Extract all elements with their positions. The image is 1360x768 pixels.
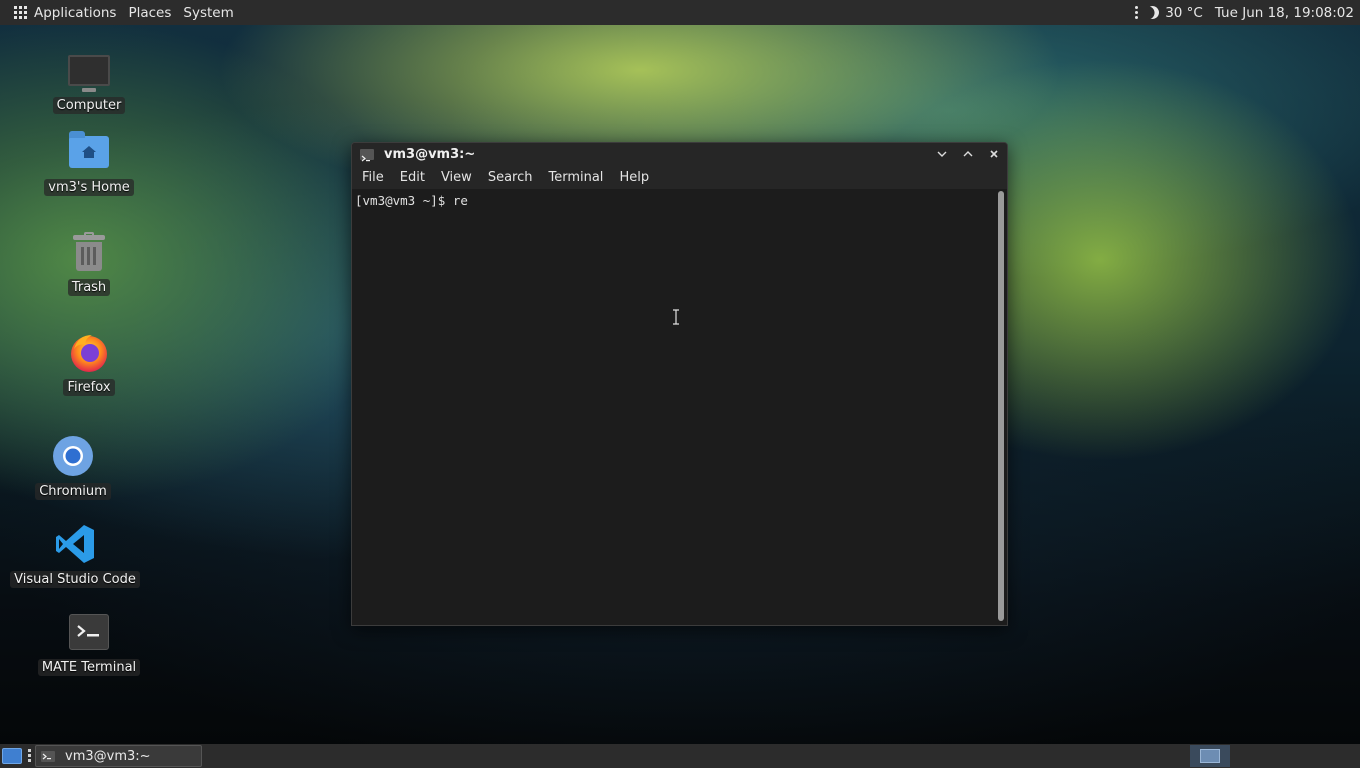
workspace-1[interactable] (1200, 749, 1220, 763)
applications-menu[interactable]: Applications (0, 0, 122, 25)
terminal-scrollbar[interactable] (995, 189, 1007, 625)
terminal-icon (67, 610, 111, 654)
chevron-up-icon (963, 151, 973, 157)
menu-file[interactable]: File (354, 170, 392, 185)
clock-applet[interactable]: Tue Jun 18, 19:08:02 (1215, 5, 1360, 21)
desktop-icon-label: Chromium (35, 483, 111, 500)
window-titlebar[interactable]: vm3@vm3:~ (352, 143, 1007, 165)
desktop-icon-label: MATE Terminal (37, 659, 141, 676)
minimize-button[interactable] (933, 145, 951, 163)
terminal-window[interactable]: vm3@vm3:~ File Edit View Search Terminal… (351, 142, 1008, 626)
desktop-icon-vscode[interactable]: Visual Studio Code (10, 522, 140, 588)
desktop-icon-label: Visual Studio Code (10, 571, 140, 588)
workspace-switcher[interactable] (1190, 745, 1230, 767)
window-controls (933, 143, 1003, 165)
menu-terminal[interactable]: Terminal (540, 170, 611, 185)
apps-grid-icon (14, 6, 27, 19)
taskbar-item-terminal[interactable]: vm3@vm3:~ (35, 745, 202, 767)
weather-temperature: 30 °C (1165, 4, 1203, 21)
weather-applet[interactable]: 30 °C (1146, 5, 1215, 21)
menu-help[interactable]: Help (611, 170, 657, 185)
applications-menu-label: Applications (34, 4, 117, 21)
terminal-small-icon (360, 148, 374, 161)
scrollbar-thumb[interactable] (998, 191, 1004, 621)
text-cursor-icon (673, 309, 679, 325)
firefox-icon (67, 330, 111, 374)
desktop-icon-label: Firefox (63, 379, 115, 396)
system-menu[interactable]: System (177, 0, 239, 25)
tray-menu-icon[interactable] (1127, 6, 1146, 19)
menu-search[interactable]: Search (480, 170, 541, 185)
window-menubar: File Edit View Search Terminal Help (352, 165, 1007, 189)
desktop-icon-mate-terminal[interactable]: MATE Terminal (36, 610, 142, 676)
desktop-icon-computer[interactable]: Computer (50, 48, 128, 114)
maximize-button[interactable] (959, 145, 977, 163)
top-panel: Applications Places System 30 °C Tue Jun… (0, 0, 1360, 25)
chevron-down-icon (937, 151, 947, 157)
close-button[interactable] (985, 145, 1003, 163)
desktop-icon-label: vm3's Home (44, 179, 134, 196)
desktop-icon-label: Trash (67, 279, 111, 296)
computer-icon (67, 48, 111, 92)
terminal-output[interactable]: [vm3@vm3 ~]$ re (352, 189, 997, 625)
terminal-prompt-line: [vm3@vm3 ~]$ re (355, 193, 468, 208)
menu-edit[interactable]: Edit (392, 170, 433, 185)
panel-tray: 30 °C Tue Jun 18, 19:08:02 (1127, 0, 1360, 25)
places-menu[interactable]: Places (122, 0, 177, 25)
close-icon (990, 150, 998, 158)
home-folder-icon (67, 130, 111, 174)
terminal-small-icon (41, 750, 55, 762)
panel-handle-icon[interactable] (28, 749, 31, 762)
window-title: vm3@vm3:~ (384, 146, 476, 162)
chromium-icon (51, 434, 95, 478)
vscode-icon (53, 522, 97, 566)
moon-icon (1144, 4, 1162, 22)
menu-view[interactable]: View (433, 170, 480, 185)
desktop-icon-trash[interactable]: Trash (50, 230, 128, 296)
show-desktop-button[interactable] (2, 748, 22, 764)
desktop-icon-firefox[interactable]: Firefox (50, 330, 128, 396)
taskbar-item-label: vm3@vm3:~ (65, 748, 151, 764)
desktop-icon-chromium[interactable]: Chromium (34, 434, 112, 500)
bottom-panel: vm3@vm3:~ (0, 744, 1360, 768)
desktop-icon-label: Computer (52, 97, 126, 114)
trash-icon (67, 230, 111, 274)
desktop-icon-home[interactable]: vm3's Home (44, 130, 134, 196)
